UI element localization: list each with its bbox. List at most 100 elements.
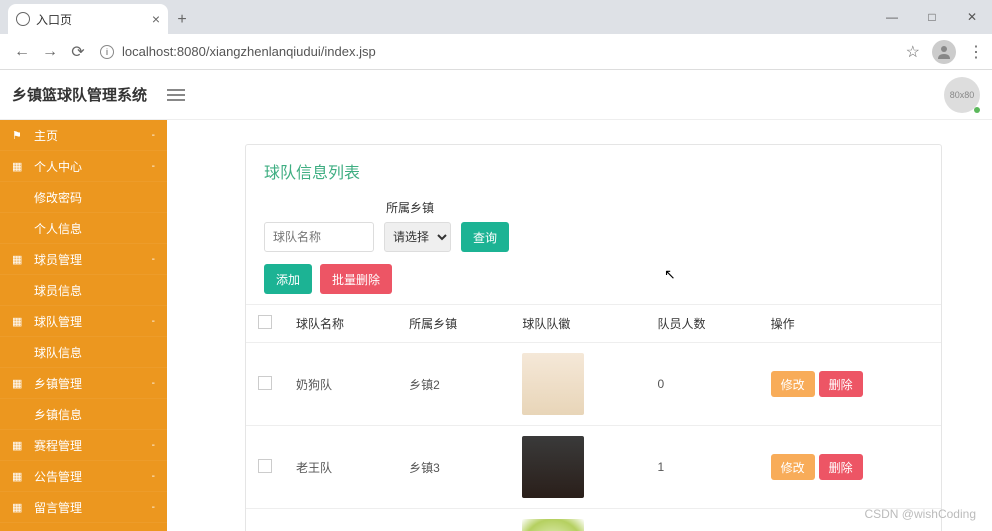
sidebar-item-4[interactable]: ▦球员管理‐ xyxy=(0,244,167,275)
delete-button[interactable]: 删除 xyxy=(819,454,863,480)
team-badge-image xyxy=(522,519,584,531)
tab-title: 入口页 xyxy=(36,11,72,28)
forward-icon[interactable]: → xyxy=(36,38,64,66)
filter-row: 所属乡镇 请选择 查询 xyxy=(246,193,941,264)
browser-menu-icon[interactable]: ⋮ xyxy=(968,42,984,62)
reload-icon[interactable]: ⟳ xyxy=(64,38,92,66)
row-checkbox[interactable] xyxy=(258,459,272,473)
sidebar-item-label: 修改密码 xyxy=(34,189,82,206)
sidebar-item-label: 球队信息 xyxy=(34,344,82,361)
menu-toggle-icon[interactable] xyxy=(167,89,185,101)
th-town: 所属乡镇 xyxy=(397,305,510,343)
sidebar-item-8[interactable]: ▦ 乡镇管理 ‐ xyxy=(0,368,167,399)
url-text: localhost:8080/xiangzhenlanqiudui/index.… xyxy=(122,44,376,59)
watermark: CSDN @wishCoding xyxy=(864,507,976,521)
card-title: 球队信息列表 xyxy=(246,145,941,193)
sidebar-item-3[interactable]: 个人信息 xyxy=(0,213,167,244)
sidebar-item-label: 球员管理 xyxy=(34,251,82,268)
table-row: 菜狗队乡镇11修改删除 xyxy=(246,509,941,531)
info-icon[interactable]: i xyxy=(100,45,114,59)
browser-tab-bar: 入口页 × + — □ ✕ xyxy=(0,0,992,34)
edit-button[interactable]: 修改 xyxy=(771,454,815,480)
app-container: 乡镇篮球队管理系统 80x80 ⚑ 主页 ‐ ▦ 个人中心 ‐ 修改密码个人信息 ▦ 球员管理 ‐… xyxy=(0,70,992,531)
sidebar: ⚑ 主页 ‐ ▦ 个人中心 ‐ 修改密码个人信息 ▦ 球员管理 ‐ 球员信息 ▦ 球队管理 ‐ 球队信息 ▦ 乡… xyxy=(0,70,167,531)
grid-icon: ▦ xyxy=(12,160,24,173)
grid-icon: ▦ xyxy=(12,377,24,390)
chevron-down-icon: ‐ xyxy=(152,130,155,141)
back-icon[interactable]: ← xyxy=(8,38,36,66)
search-button[interactable]: 查询 xyxy=(461,222,509,252)
grid-icon: ▦ xyxy=(12,315,24,328)
filter-town-label: 所属乡镇 xyxy=(386,199,923,216)
chevron-down-icon: ‐ xyxy=(152,254,155,265)
th-action: 操作 xyxy=(759,305,941,343)
cell-action: 修改删除 xyxy=(759,343,941,426)
maximize-icon[interactable]: □ xyxy=(912,2,952,32)
minimize-icon[interactable]: — xyxy=(872,2,912,32)
cell-count: 0 xyxy=(645,343,758,426)
batch-delete-button[interactable]: 批量删除 xyxy=(320,264,392,294)
delete-button[interactable]: 删除 xyxy=(819,371,863,397)
close-tab-icon[interactable]: × xyxy=(152,11,160,27)
grid-icon: ▦ xyxy=(12,501,24,514)
cell-count: 1 xyxy=(645,426,758,509)
user-avatar[interactable]: 80x80 xyxy=(944,77,980,113)
sidebar-item-label: 球队管理 xyxy=(34,313,82,330)
th-count: 队员人数 xyxy=(645,305,758,343)
checkbox-all[interactable] xyxy=(258,315,272,329)
edit-button[interactable]: 修改 xyxy=(771,371,815,397)
close-window-icon[interactable]: ✕ xyxy=(952,2,992,32)
sidebar-item-label: 留言管理 xyxy=(34,499,82,516)
cell-name: 奶狗队 xyxy=(284,343,397,426)
sidebar-item-2[interactable]: 修改密码 xyxy=(0,182,167,213)
new-tab-button[interactable]: + xyxy=(168,6,196,34)
team-badge-image xyxy=(522,353,584,415)
sidebar-item-5[interactable]: 球员信息 xyxy=(0,275,167,306)
cell-badge xyxy=(510,509,645,531)
chevron-down-icon: ‐ xyxy=(152,161,155,172)
star-icon[interactable]: ☆ xyxy=(906,42,920,62)
sidebar-item-10[interactable]: ▦ 赛程管理 ‐ xyxy=(0,430,167,461)
sidebar-item-label: 赛程管理 xyxy=(34,437,82,454)
grid-icon: ▦ xyxy=(12,470,24,483)
th-name: 球队名称 xyxy=(284,305,397,343)
sidebar-item-label: 乡镇管理 xyxy=(34,375,82,392)
chevron-down-icon: ‐ xyxy=(152,378,155,389)
sidebar-item-11[interactable]: ▦公告管理‐ xyxy=(0,461,167,492)
add-button[interactable]: 添加 xyxy=(264,264,312,294)
sidebar-item-1[interactable]: ▦ 个人中心 ‐ xyxy=(0,151,167,182)
sidebar-item-6[interactable]: ▦球队管理‐ xyxy=(0,306,167,337)
cell-town: 乡镇1 xyxy=(397,509,510,531)
sidebar-item-12[interactable]: ▦ 留言管理 ‐ xyxy=(0,492,167,523)
url-field[interactable]: i localhost:8080/xiangzhenlanqiudui/inde… xyxy=(100,44,906,59)
cell-name: 菜狗队 xyxy=(284,509,397,531)
sidebar-item-9[interactable]: 乡镇信息 xyxy=(0,399,167,430)
sidebar-item-7[interactable]: 球队信息 xyxy=(0,337,167,368)
sidebar-item-label: 主页 xyxy=(34,127,58,144)
sidebar-item-0[interactable]: ⚑ 主页 ‐ xyxy=(0,120,167,151)
cell-action: 修改删除 xyxy=(759,426,941,509)
sidebar-item-label: 个人信息 xyxy=(34,220,82,237)
chevron-down-icon: ‐ xyxy=(152,440,155,451)
row-checkbox[interactable] xyxy=(258,376,272,390)
profile-icon[interactable] xyxy=(932,40,956,64)
sidebar-item-label: 个人中心 xyxy=(34,158,82,175)
cell-count: 1 xyxy=(645,509,758,531)
cell-town: 乡镇3 xyxy=(397,426,510,509)
grid-icon: ▦ xyxy=(12,439,24,452)
app-topbar: 乡镇篮球队管理系统 80x80 xyxy=(0,70,992,120)
table-row: 老王队乡镇31修改删除 xyxy=(246,426,941,509)
sidebar-item-label: 乡镇信息 xyxy=(34,406,82,423)
team-name-input[interactable] xyxy=(264,222,374,252)
sidebar-item-label: 公告管理 xyxy=(34,468,82,485)
town-select[interactable]: 请选择 xyxy=(384,222,451,252)
chevron-down-icon: ‐ xyxy=(152,502,155,513)
table-row: 奶狗队乡镇20修改删除 xyxy=(246,343,941,426)
browser-tab[interactable]: 入口页 × xyxy=(8,4,168,34)
cell-name: 老王队 xyxy=(284,426,397,509)
address-bar: ← → ⟳ i localhost:8080/xiangzhenlanqiudu… xyxy=(0,34,992,70)
flag-icon: ⚑ xyxy=(12,129,24,142)
sidebar-item-label: 球员信息 xyxy=(34,282,82,299)
globe-icon xyxy=(16,12,30,26)
action-row: 添加 批量删除 xyxy=(246,264,941,304)
